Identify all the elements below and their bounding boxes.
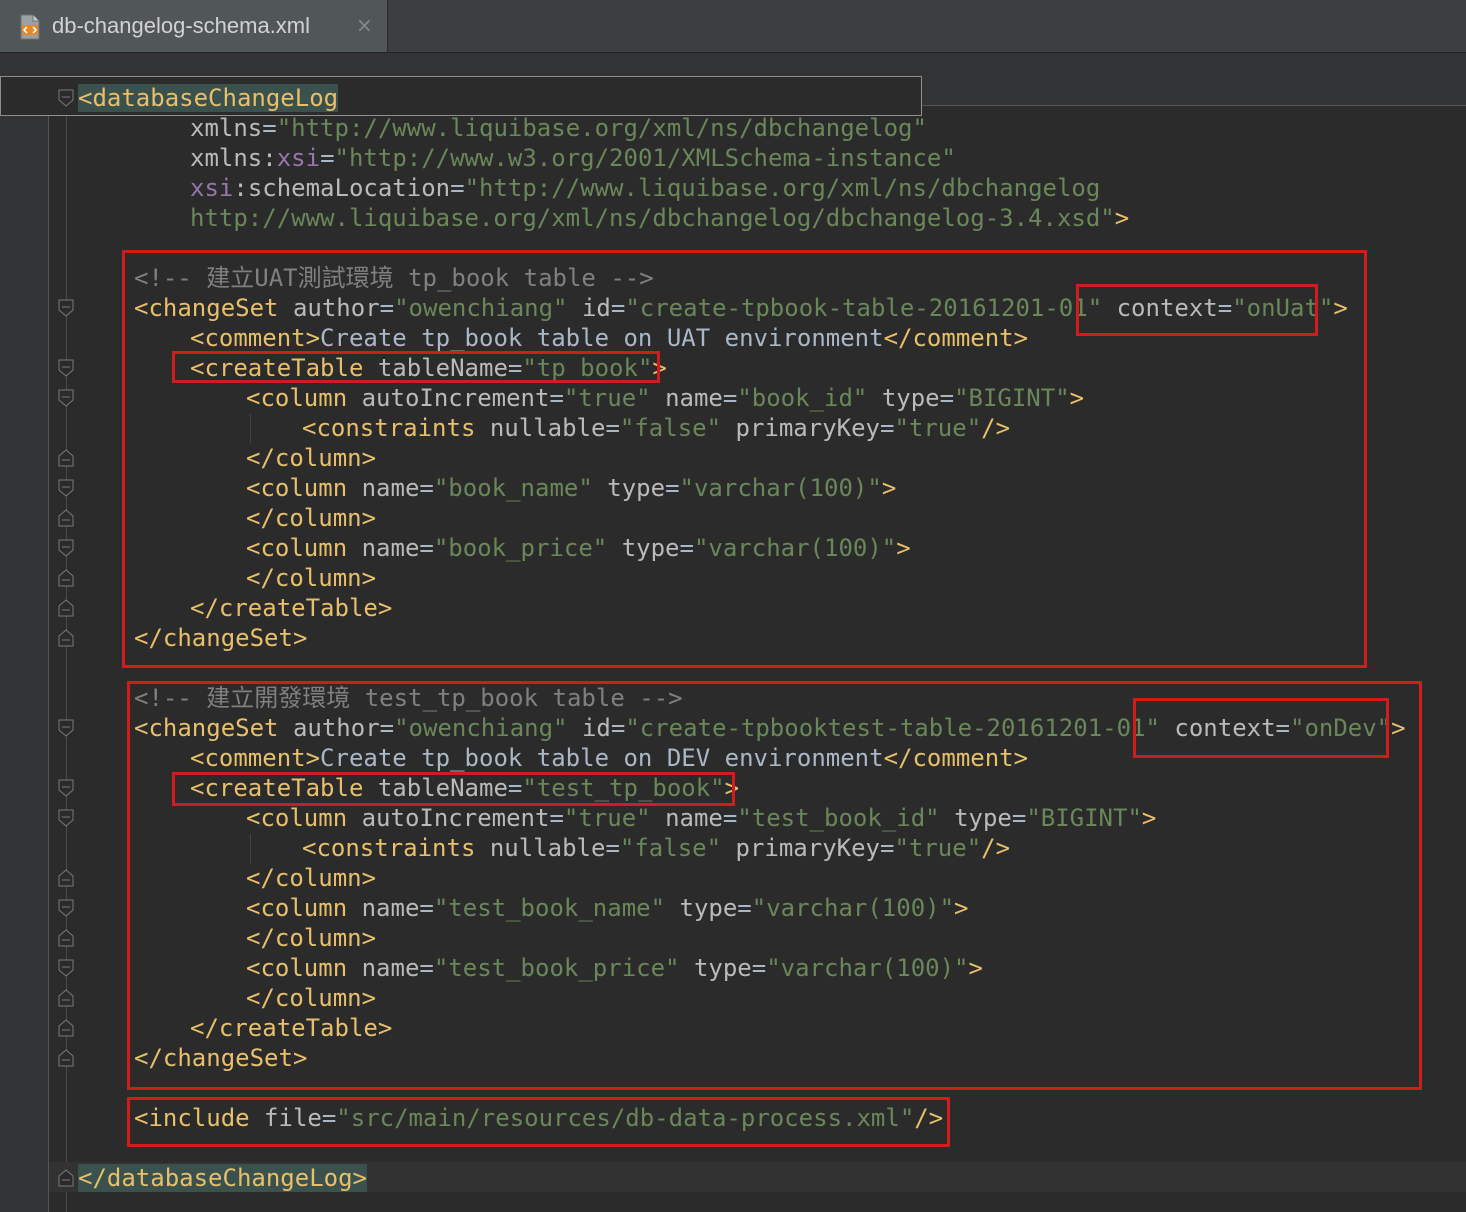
fold-guide-line [66,106,67,1212]
editor-gutter [0,106,48,1212]
dev-context-highlight [1133,698,1389,758]
fold-close-icon[interactable] [58,1169,74,1187]
root-open-tag: <databaseChangeLog [78,84,339,112]
tab-title: db-changelog-schema.xml [52,13,311,38]
fold-close-icon[interactable] [58,569,74,587]
xml-file-icon [20,14,40,40]
code-line: xmlns="http://www.liquibase.org/xml/ns/d… [190,114,927,142]
dev-createtable-highlight [172,772,735,806]
code-line: xsi:schemaLocation="http://www.liquibase… [190,174,1101,202]
fold-close-icon[interactable] [58,1019,74,1037]
code-line: http://www.liquibase.org/xml/ns/dbchange… [190,204,1130,232]
gutter-divider [48,82,49,1212]
fold-open-icon[interactable] [58,899,74,917]
fold-open-icon[interactable] [58,359,74,377]
include-highlight [127,1097,950,1147]
code-line: <databaseChangeLog [78,83,339,113]
fold-open-icon[interactable] [58,539,74,557]
fold-close-icon[interactable] [58,869,74,887]
fold-open-icon[interactable] [58,809,74,827]
attr-value: "http://www.liquibase.org/xml/ns/dbchang… [276,114,927,142]
fold-open-icon[interactable] [58,389,74,407]
fold-open-icon[interactable] [58,299,74,317]
attr-name: xmlns [190,114,263,142]
fold-close-icon[interactable] [58,509,74,527]
attr-value: "http://www.w3.org/2001/XMLSchema-instan… [334,144,956,172]
uat-context-highlight [1076,284,1318,336]
editor-tab-bar: db-changelog-schema.xml × [0,0,1466,53]
fold-close-icon[interactable] [58,1049,74,1067]
fold-open-icon[interactable] [58,779,74,797]
fold-open-icon[interactable] [58,89,74,107]
attr-name: xmlns [190,144,263,172]
code-line: xmlns:xsi="http://www.w3.org/2001/XMLSch… [190,144,956,172]
root-close-tag: </databaseChangeLog> [78,1164,367,1192]
fold-close-icon[interactable] [58,449,74,467]
fold-close-icon[interactable] [58,929,74,947]
fold-close-icon[interactable] [58,629,74,647]
fold-close-icon[interactable] [58,989,74,1007]
namespace-prefix: xsi [276,144,321,172]
fold-close-icon[interactable] [58,599,74,617]
close-icon[interactable]: × [356,13,373,37]
attr-value: http://www.liquibase.org/xml/ns/dbchange… [190,204,1115,232]
attr-value: "http://www.liquibase.org/xml/ns/dbchang… [464,174,1101,202]
fold-open-icon[interactable] [58,959,74,977]
editor-tab[interactable]: db-changelog-schema.xml × [0,0,388,52]
code-line: </databaseChangeLog> [78,1163,367,1193]
namespace-prefix: xsi [190,174,234,202]
uat-createtable-highlight [172,351,660,383]
fold-open-icon[interactable] [58,479,74,497]
attr-name: schemaLocation [247,174,451,202]
fold-open-icon[interactable] [58,719,74,737]
